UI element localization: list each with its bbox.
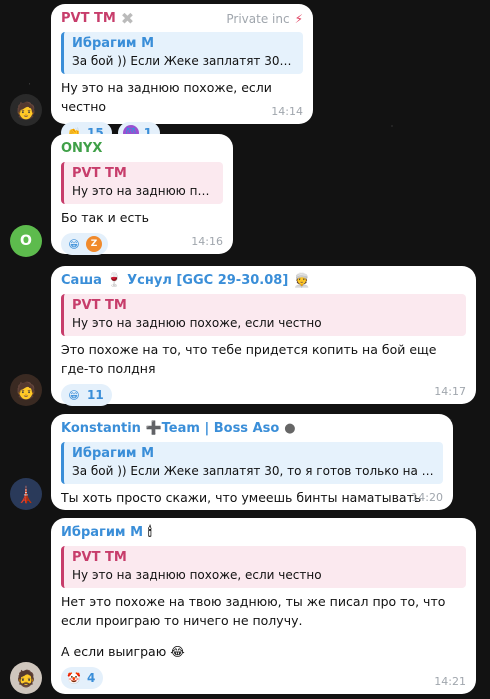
reply-name: PVT TM: [72, 298, 127, 313]
message-text-2-content: А если выиграю: [61, 644, 167, 659]
candle-icon: 🕯: [148, 525, 152, 540]
message-time: 14:21: [434, 675, 466, 688]
reaction-grin[interactable]: 😁 11: [61, 384, 112, 406]
message-bubble[interactable]: Саша 🍷 Уснул [GGC 29-30.08] 👳 PVT TM Ну …: [51, 266, 476, 406]
avatar[interactable]: 🧑: [10, 374, 42, 406]
sender-name[interactable]: ONYX: [61, 140, 223, 158]
message-text: Ты хоть просто скажи, что умеешь бинты н…: [61, 490, 422, 505]
avatar[interactable]: 🧔: [10, 662, 42, 694]
message-bubble[interactable]: Ибрагим М 🕯 PVT TM Ну это на заднюю похо…: [51, 518, 476, 694]
admin-tag: Private inc: [226, 12, 290, 26]
message-time: 14:17: [434, 385, 466, 398]
reactions: 🤡 4: [61, 667, 466, 689]
sender-name-text: ONYX: [61, 141, 103, 156]
reply-text: Ну это на заднюю похоже, если честно: [72, 568, 322, 582]
sender-name-text: Ибрагим М: [61, 525, 144, 540]
reaction-count: 11: [87, 388, 104, 402]
avatar[interactable]: 🗼: [10, 478, 42, 510]
reply-text: Ну это на заднюю по...: [72, 184, 215, 198]
reaction-grin[interactable]: 😁 Z: [61, 233, 108, 255]
avatar-photo-icon: 🧔: [16, 668, 36, 688]
bolt-icon: ⚡: [294, 12, 303, 26]
reply-text: За бой )) Если Жеке заплатят 30, то я го…: [72, 464, 435, 478]
message-text: Ну это на заднюю похоже, если честно: [61, 80, 272, 114]
reply-text: Ну это на заднюю похоже, если честно: [72, 316, 322, 330]
reply-quote[interactable]: PVT TM Ну это на заднюю похоже, если чес…: [61, 294, 466, 336]
message-bubble[interactable]: PVT TM ✖ Private inc ⚡ Ибрагим М За бой …: [51, 4, 313, 144]
reply-quote[interactable]: Ибрагим М За бой )) Если Жеке заплатят 3…: [61, 32, 303, 74]
reply-quote[interactable]: Ибрагим М За бой )) Если Жеке заплатят 3…: [61, 442, 443, 484]
avatar-photo-icon: 🗼: [16, 484, 36, 504]
message-time: 14:16: [191, 235, 223, 248]
message-text: Это похоже на то, что тебе придется копи…: [61, 342, 437, 376]
message-time: 14:14: [271, 105, 303, 118]
reply-name: PVT TM: [72, 166, 127, 181]
sender-name[interactable]: Ибрагим М 🕯: [61, 524, 466, 542]
reply-quote[interactable]: PVT TM Ну это на заднюю по...: [61, 162, 223, 204]
apple-icon: ●: [284, 421, 296, 436]
grin-icon: 😁: [68, 388, 80, 402]
bearded-man-icon: 👳: [293, 273, 311, 289]
avatar[interactable]: O: [10, 225, 42, 257]
avatar-letter: O: [20, 233, 32, 249]
avatar-badge-icon: Z: [86, 236, 102, 252]
avatar[interactable]: 🧑: [10, 94, 42, 126]
sender-name-text: PVT TM: [61, 11, 116, 26]
message-bubble[interactable]: Konstantin ➕Team | Boss Aso ● Ибрагим М …: [51, 414, 453, 510]
reply-name: Ибрагим М: [72, 36, 155, 51]
message-time: 14:20: [411, 491, 443, 504]
avatar-photo-icon: 🧑: [16, 100, 36, 120]
message-text: Нет это похоже на твою заднюю, ты же пис…: [61, 594, 446, 628]
sender-name[interactable]: Konstantin ➕Team | Boss Aso ●: [61, 420, 443, 438]
cross-icon: ✖: [120, 9, 135, 28]
message-bubble[interactable]: ONYX PVT TM Ну это на заднюю по... Бо та…: [51, 134, 233, 255]
reply-name: Ибрагим М: [72, 446, 155, 461]
sender-name-text: Konstantin ➕Team | Boss Aso: [61, 421, 280, 436]
sender-name[interactable]: PVT TM ✖ Private inc ⚡: [61, 10, 303, 28]
reply-name: PVT TM: [72, 550, 127, 565]
message-text-2: А если выиграю 😂: [61, 642, 466, 661]
message-text: Бо так и есть: [61, 210, 149, 225]
avatar-photo-icon: 🧑: [16, 380, 36, 400]
clown-icon: 🤡: [67, 671, 81, 685]
grin-icon: 😁: [68, 237, 80, 251]
reactions: 😁 11: [61, 384, 466, 406]
reaction-count: 4: [87, 671, 96, 685]
reaction-clown[interactable]: 🤡 4: [61, 667, 104, 689]
sender-name-text: Саша 🍷 Уснул [GGC 29-30.08]: [61, 273, 289, 288]
laugh-icon: 😂: [170, 644, 185, 659]
sender-name[interactable]: Саша 🍷 Уснул [GGC 29-30.08] 👳: [61, 272, 466, 290]
reply-text: За бой )) Если Жеке заплатят 30, то...: [72, 54, 295, 68]
reply-quote[interactable]: PVT TM Ну это на заднюю похоже, если чес…: [61, 546, 466, 588]
